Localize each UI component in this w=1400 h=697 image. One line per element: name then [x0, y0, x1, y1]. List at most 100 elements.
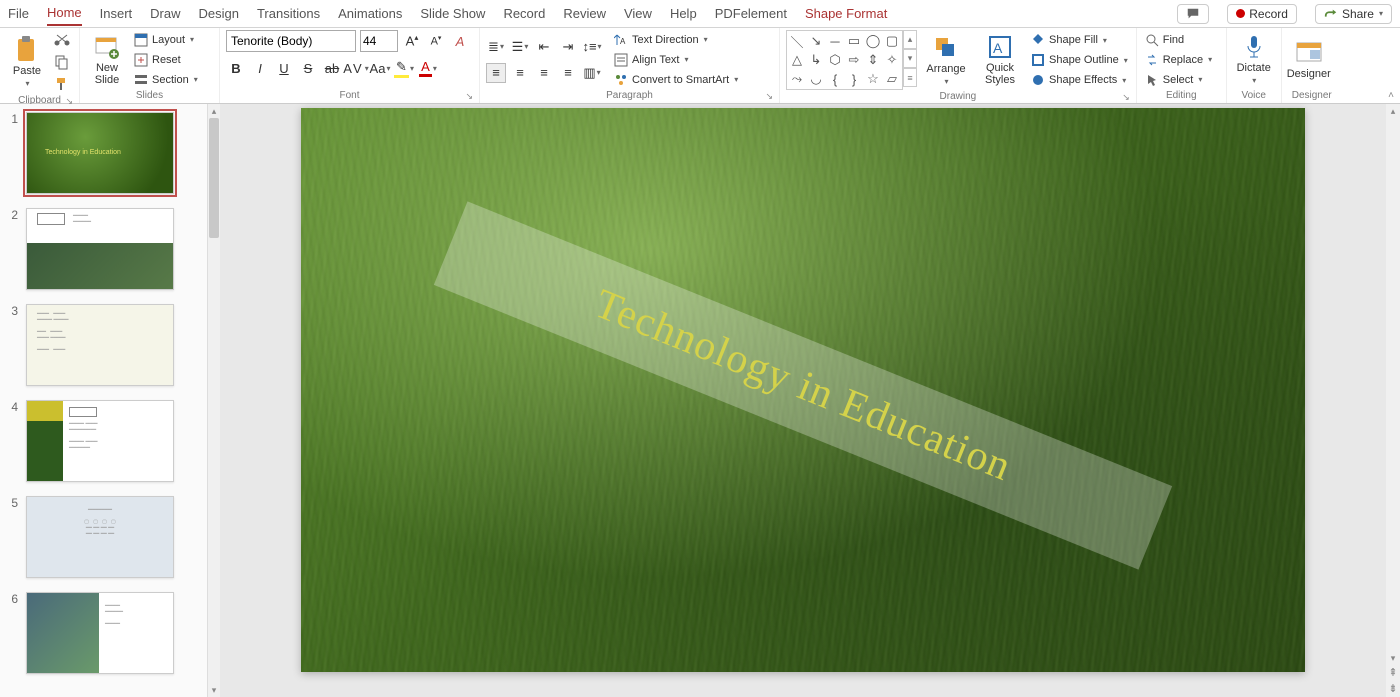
- char-spacing-button[interactable]: AV▾: [346, 58, 366, 78]
- highlight-button[interactable]: ✎▾: [394, 58, 414, 78]
- shape-triangle-icon[interactable]: △: [788, 51, 806, 69]
- record-button[interactable]: Record: [1227, 4, 1297, 24]
- shape-fill-button[interactable]: Shape Fill▾: [1029, 31, 1130, 49]
- thumbnail-scrollbar[interactable]: ▴ ▾: [208, 104, 220, 697]
- prev-slide-button[interactable]: ⇞: [1388, 665, 1397, 681]
- tab-help[interactable]: Help: [670, 2, 697, 25]
- tab-shape-format[interactable]: Shape Format: [805, 2, 887, 25]
- shape-line-icon[interactable]: ＼: [788, 32, 806, 50]
- shape-brace-r-icon[interactable]: }: [845, 70, 863, 88]
- bold-button[interactable]: B: [226, 58, 246, 78]
- font-name-select[interactable]: [226, 30, 356, 52]
- shape-brace-l-icon[interactable]: {: [826, 70, 844, 88]
- slide-thumbnail-6[interactable]: ━━━━━━━━━━━━━━━━: [26, 592, 174, 674]
- slide-thumbnail-2[interactable]: ━━━━━━━━━━━: [26, 208, 174, 290]
- shape-arrowr-icon[interactable]: ⇨: [845, 51, 863, 69]
- shape-star-icon[interactable]: ☆: [864, 70, 882, 88]
- shape-arrow-icon[interactable]: ↘: [807, 32, 825, 50]
- shape-line2-icon[interactable]: ─: [826, 32, 844, 50]
- slide-thumbnail-1[interactable]: Technology in Education: [26, 112, 174, 194]
- slide-thumbnail-4[interactable]: ━━━━━ ━━━━━━━━━━━━━━━━━━ ━━━━━━━━━━━: [26, 400, 174, 482]
- shape-oval-icon[interactable]: ◯: [864, 32, 882, 50]
- shape-rect-icon[interactable]: ▭: [845, 32, 863, 50]
- shapes-gallery[interactable]: ＼ ↘ ─ ▭ ◯ ▢ △ ↳ ⬡ ⇨ ⇕ ✧ ⤳ ◡ { } ☆: [786, 30, 903, 90]
- copy-button[interactable]: [52, 52, 72, 72]
- paste-button[interactable]: Paste ▾: [6, 33, 48, 91]
- align-text-button[interactable]: Align Text▾: [612, 51, 740, 69]
- new-slide-button[interactable]: New Slide: [86, 31, 128, 89]
- format-painter-button[interactable]: [52, 74, 72, 94]
- collapse-ribbon-button[interactable]: ˄: [1388, 90, 1394, 101]
- arrange-button[interactable]: Arrange▾: [921, 31, 971, 89]
- tab-home[interactable]: Home: [47, 1, 82, 26]
- font-launcher[interactable]: ↘: [465, 89, 473, 103]
- shape-curve-icon[interactable]: ⤳: [788, 70, 806, 88]
- font-color-button[interactable]: A▾: [418, 58, 438, 78]
- scroll-up-button[interactable]: ▴: [212, 104, 217, 118]
- change-case-button[interactable]: Aa▾: [370, 58, 390, 78]
- shape-arc-icon[interactable]: ◡: [807, 70, 825, 88]
- shape-hexagon-icon[interactable]: ⬡: [826, 51, 844, 69]
- shape-arrowud-icon[interactable]: ⇕: [864, 51, 882, 69]
- font-size-select[interactable]: [360, 30, 398, 52]
- quick-styles-button[interactable]: A Quick Styles: [975, 31, 1025, 89]
- canvas-scrollbar[interactable]: ▴ ▾ ⇞ ⇟: [1386, 104, 1400, 697]
- next-slide-button[interactable]: ⇟: [1388, 681, 1397, 697]
- justify-button[interactable]: ≡: [558, 63, 578, 83]
- line-spacing-button[interactable]: ↕≡▾: [582, 37, 602, 57]
- shapes-scroll-down[interactable]: ▾: [903, 49, 917, 68]
- increase-font-button[interactable]: A▴: [402, 31, 422, 51]
- numbering-button[interactable]: ☰▾: [510, 37, 530, 57]
- slide-thumbnail-5[interactable]: ━━━━━━━━▢ ▢ ▢ ▢━━ ━━ ━━ ━━━━ ━━ ━━ ━━: [26, 496, 174, 578]
- select-button[interactable]: Select▾: [1143, 71, 1214, 89]
- find-button[interactable]: Find: [1143, 31, 1214, 49]
- text-direction-button[interactable]: A Text Direction▾: [612, 31, 740, 49]
- tab-transitions[interactable]: Transitions: [257, 2, 320, 25]
- strike-button[interactable]: S: [298, 58, 318, 78]
- cut-button[interactable]: [52, 30, 72, 50]
- tab-slideshow[interactable]: Slide Show: [420, 2, 485, 25]
- clear-format-button[interactable]: A: [450, 31, 470, 51]
- shape-connector-icon[interactable]: ↳: [807, 51, 825, 69]
- tab-animations[interactable]: Animations: [338, 2, 402, 25]
- scroll-down-button[interactable]: ▾: [212, 683, 217, 697]
- designer-button[interactable]: Designer: [1288, 31, 1330, 89]
- align-right-button[interactable]: ≡: [534, 63, 554, 83]
- replace-button[interactable]: Replace▾: [1143, 51, 1214, 69]
- shape-callout-icon[interactable]: ✧: [883, 51, 901, 69]
- decrease-font-button[interactable]: A▾: [426, 31, 446, 51]
- shape-roundrect-icon[interactable]: ▢: [883, 32, 901, 50]
- drawing-launcher[interactable]: ↘: [1122, 90, 1130, 104]
- scroll-handle[interactable]: [209, 118, 219, 238]
- convert-smartart-button[interactable]: Convert to SmartArt▾: [612, 71, 740, 89]
- shape-action-icon[interactable]: ▱: [883, 70, 901, 88]
- tab-insert[interactable]: Insert: [100, 2, 133, 25]
- shadow-button[interactable]: ab: [322, 58, 342, 78]
- align-center-button[interactable]: ≡: [510, 63, 530, 83]
- tab-review[interactable]: Review: [563, 2, 606, 25]
- dictate-button[interactable]: Dictate▾: [1233, 31, 1275, 89]
- tab-file[interactable]: File: [8, 2, 29, 25]
- comments-button[interactable]: [1177, 4, 1209, 24]
- slide-canvas-area[interactable]: Technology in Education: [220, 104, 1386, 697]
- shapes-scroll-up[interactable]: ▴: [903, 30, 917, 49]
- italic-button[interactable]: I: [250, 58, 270, 78]
- canvas-scroll-down[interactable]: ▾: [1391, 651, 1396, 665]
- increase-indent-button[interactable]: ⇥: [558, 37, 578, 57]
- tab-design[interactable]: Design: [199, 2, 239, 25]
- underline-button[interactable]: U: [274, 58, 294, 78]
- tab-record[interactable]: Record: [503, 2, 545, 25]
- columns-button[interactable]: ▥▾: [582, 63, 602, 83]
- layout-button[interactable]: Layout▾: [132, 31, 200, 49]
- slide-thumbnail-panel[interactable]: 1 Technology in Education 2 ━━━━━━━━━━━ …: [0, 104, 208, 697]
- shape-effects-button[interactable]: Shape Effects▾: [1029, 71, 1130, 89]
- tab-view[interactable]: View: [624, 2, 652, 25]
- decrease-indent-button[interactable]: ⇤: [534, 37, 554, 57]
- slide-1[interactable]: Technology in Education: [301, 108, 1305, 672]
- slide-thumbnail-3[interactable]: ━━━━ ━━━━━━━━━ ━━━━━━━━ ━━━━━━━━ ━━━━━━━…: [26, 304, 174, 386]
- canvas-scroll-up[interactable]: ▴: [1391, 104, 1396, 118]
- align-left-button[interactable]: ≡: [486, 63, 506, 83]
- bullets-button[interactable]: ≣▾: [486, 37, 506, 57]
- paragraph-launcher[interactable]: ↘: [765, 89, 773, 103]
- tab-draw[interactable]: Draw: [150, 2, 180, 25]
